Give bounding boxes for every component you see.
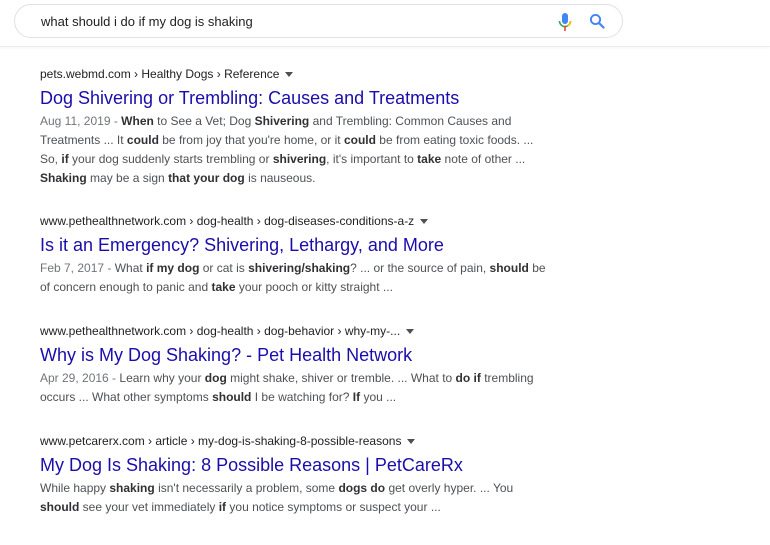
search-result: www.pethealthnetwork.com › dog-health › … (40, 213, 640, 312)
snippet-highlight: should (489, 261, 529, 275)
snippet-highlight: should (212, 390, 252, 404)
result-title-link[interactable]: Is it an Emergency? Shivering, Lethargy,… (40, 233, 640, 257)
snippet-text: get overly hyper. ... You (385, 481, 514, 495)
snippet-highlight: dogs do (338, 481, 386, 495)
snippet-highlight: if (61, 152, 69, 166)
snippet-highlight: do if (455, 371, 481, 385)
snippet-highlight: shivering/shaking (248, 261, 351, 275)
result-url: www.pethealthnetwork.com › dog-health › … (40, 324, 401, 338)
snippet-text: While happy (40, 481, 110, 495)
snippet-text: your pooch or kitty straight ... (235, 280, 393, 294)
snippet-highlight: should (40, 500, 80, 514)
result-title-link[interactable]: Why is My Dog Shaking? - Pet Health Netw… (40, 343, 640, 367)
snippet-text: might shake, shiver or tremble. ... What… (226, 371, 456, 385)
search-result: www.pethealthnetwork.com › dog-health › … (40, 323, 640, 421)
microphone-icon[interactable] (558, 13, 572, 31)
snippet-text: your dog suddenly starts trembling or (68, 152, 273, 166)
magnifier-icon[interactable] (589, 13, 605, 29)
result-cite: www.pethealthnetwork.com › dog-health › … (40, 213, 640, 229)
snippet-text: or cat is (199, 261, 249, 275)
snippet-text: So, (40, 152, 62, 166)
search-header (0, 0, 770, 47)
snippet-text: see your vet immediately (79, 500, 219, 514)
caret-down-icon[interactable] (406, 328, 415, 334)
result-url: www.pethealthnetwork.com › dog-health › … (40, 214, 415, 228)
snippet-text: be from joy that you're home, or it (158, 133, 344, 147)
snippet-text: ? ... or the source of pain, (350, 261, 490, 275)
snippet-text: be (528, 261, 546, 275)
snippet-line: Aug 11, 2019 - When to See a Vet; Dog Sh… (40, 112, 620, 131)
snippet-text: and Trembling: Common Causes and (309, 114, 512, 128)
caret-down-icon[interactable] (407, 438, 416, 444)
snippet-text: to See a Vet; Dog (153, 114, 255, 128)
result-url: pets.webmd.com › Healthy Dogs › Referenc… (40, 67, 280, 81)
snippet-line: occurs ... What other symptoms should I … (40, 388, 620, 407)
snippet-highlight: could (126, 133, 159, 147)
snippet-highlight: could (343, 133, 376, 147)
snippet-text: be from eating toxic foods. ... (375, 133, 534, 147)
snippet-text: you ... (360, 390, 397, 404)
search-result: www.petcarerx.com › article › my-dog-is-… (40, 433, 640, 517)
snippet-text: Learn why your (119, 371, 205, 385)
snippet-highlight: dog (204, 371, 227, 385)
snippet-text: Treatments ... It (40, 133, 127, 147)
snippet-text: is nauseous. (244, 171, 316, 185)
result-snippet: While happy shaking isn't necessarily a … (40, 479, 620, 517)
search-result: pets.webmd.com › Healthy Dogs › Referenc… (40, 66, 640, 201)
snippet-highlight: Shivering (254, 114, 310, 128)
snippet-line: So, if your dog suddenly starts tremblin… (40, 150, 620, 169)
result-cite: www.petcarerx.com › article › my-dog-is-… (40, 433, 640, 449)
snippet-highlight: shivering (272, 152, 327, 166)
snippet-line: Treatments ... It could be from joy that… (40, 131, 620, 150)
snippet-highlight: if my dog (146, 261, 200, 275)
result-date: Feb 7, 2017 - (40, 261, 115, 275)
snippet-line: of concern enough to panic and take your… (40, 278, 620, 297)
caret-down-icon[interactable] (420, 218, 429, 224)
snippet-line: should see your vet immediately if you n… (40, 498, 620, 517)
result-snippet: Apr 29, 2016 - Learn why your dog might … (40, 369, 620, 407)
result-date: Aug 11, 2019 - (40, 114, 122, 128)
snippet-highlight: if (218, 500, 227, 514)
result-snippet: Aug 11, 2019 - When to See a Vet; Dog Sh… (40, 112, 620, 188)
search-input[interactable] (41, 12, 521, 30)
snippet-text: you notice symptoms or suspect your ... (226, 500, 441, 514)
snippet-text: isn't necessarily a problem, some (154, 481, 339, 495)
snippet-text: may be a sign (86, 171, 169, 185)
snippet-text: I be watching for? (251, 390, 353, 404)
snippet-highlight: that your dog (168, 171, 245, 185)
result-date: Apr 29, 2016 - (40, 371, 120, 385)
snippet-text: , it's important to (326, 152, 418, 166)
snippet-text: trembling (480, 371, 534, 385)
search-results: pets.webmd.com › Healthy Dogs › Referenc… (40, 66, 640, 543)
snippet-highlight: Shaking (40, 171, 87, 185)
snippet-highlight: take (417, 152, 442, 166)
snippet-text: occurs ... What other symptoms (40, 390, 213, 404)
result-title-link[interactable]: Dog Shivering or Trembling: Causes and T… (40, 86, 640, 110)
result-title-link[interactable]: My Dog Is Shaking: 8 Possible Reasons | … (40, 453, 640, 477)
result-cite: www.pethealthnetwork.com › dog-health › … (40, 323, 640, 339)
snippet-highlight: When (121, 114, 154, 128)
result-url: www.petcarerx.com › article › my-dog-is-… (40, 434, 402, 448)
caret-down-icon[interactable] (285, 71, 294, 77)
snippet-highlight: take (211, 280, 236, 294)
snippet-text: note of other ... (441, 152, 526, 166)
result-snippet: Feb 7, 2017 - What if my dog or cat is s… (40, 259, 620, 297)
snippet-highlight: shaking (109, 481, 155, 495)
snippet-line: Shaking may be a sign that your dog is n… (40, 169, 620, 188)
snippet-text: of concern enough to panic and (40, 280, 212, 294)
snippet-text: What (114, 261, 147, 275)
snippet-line: Apr 29, 2016 - Learn why your dog might … (40, 369, 620, 388)
result-cite: pets.webmd.com › Healthy Dogs › Referenc… (40, 66, 640, 82)
search-box[interactable] (14, 4, 623, 38)
snippet-line: Feb 7, 2017 - What if my dog or cat is s… (40, 259, 620, 278)
snippet-line: While happy shaking isn't necessarily a … (40, 479, 620, 498)
